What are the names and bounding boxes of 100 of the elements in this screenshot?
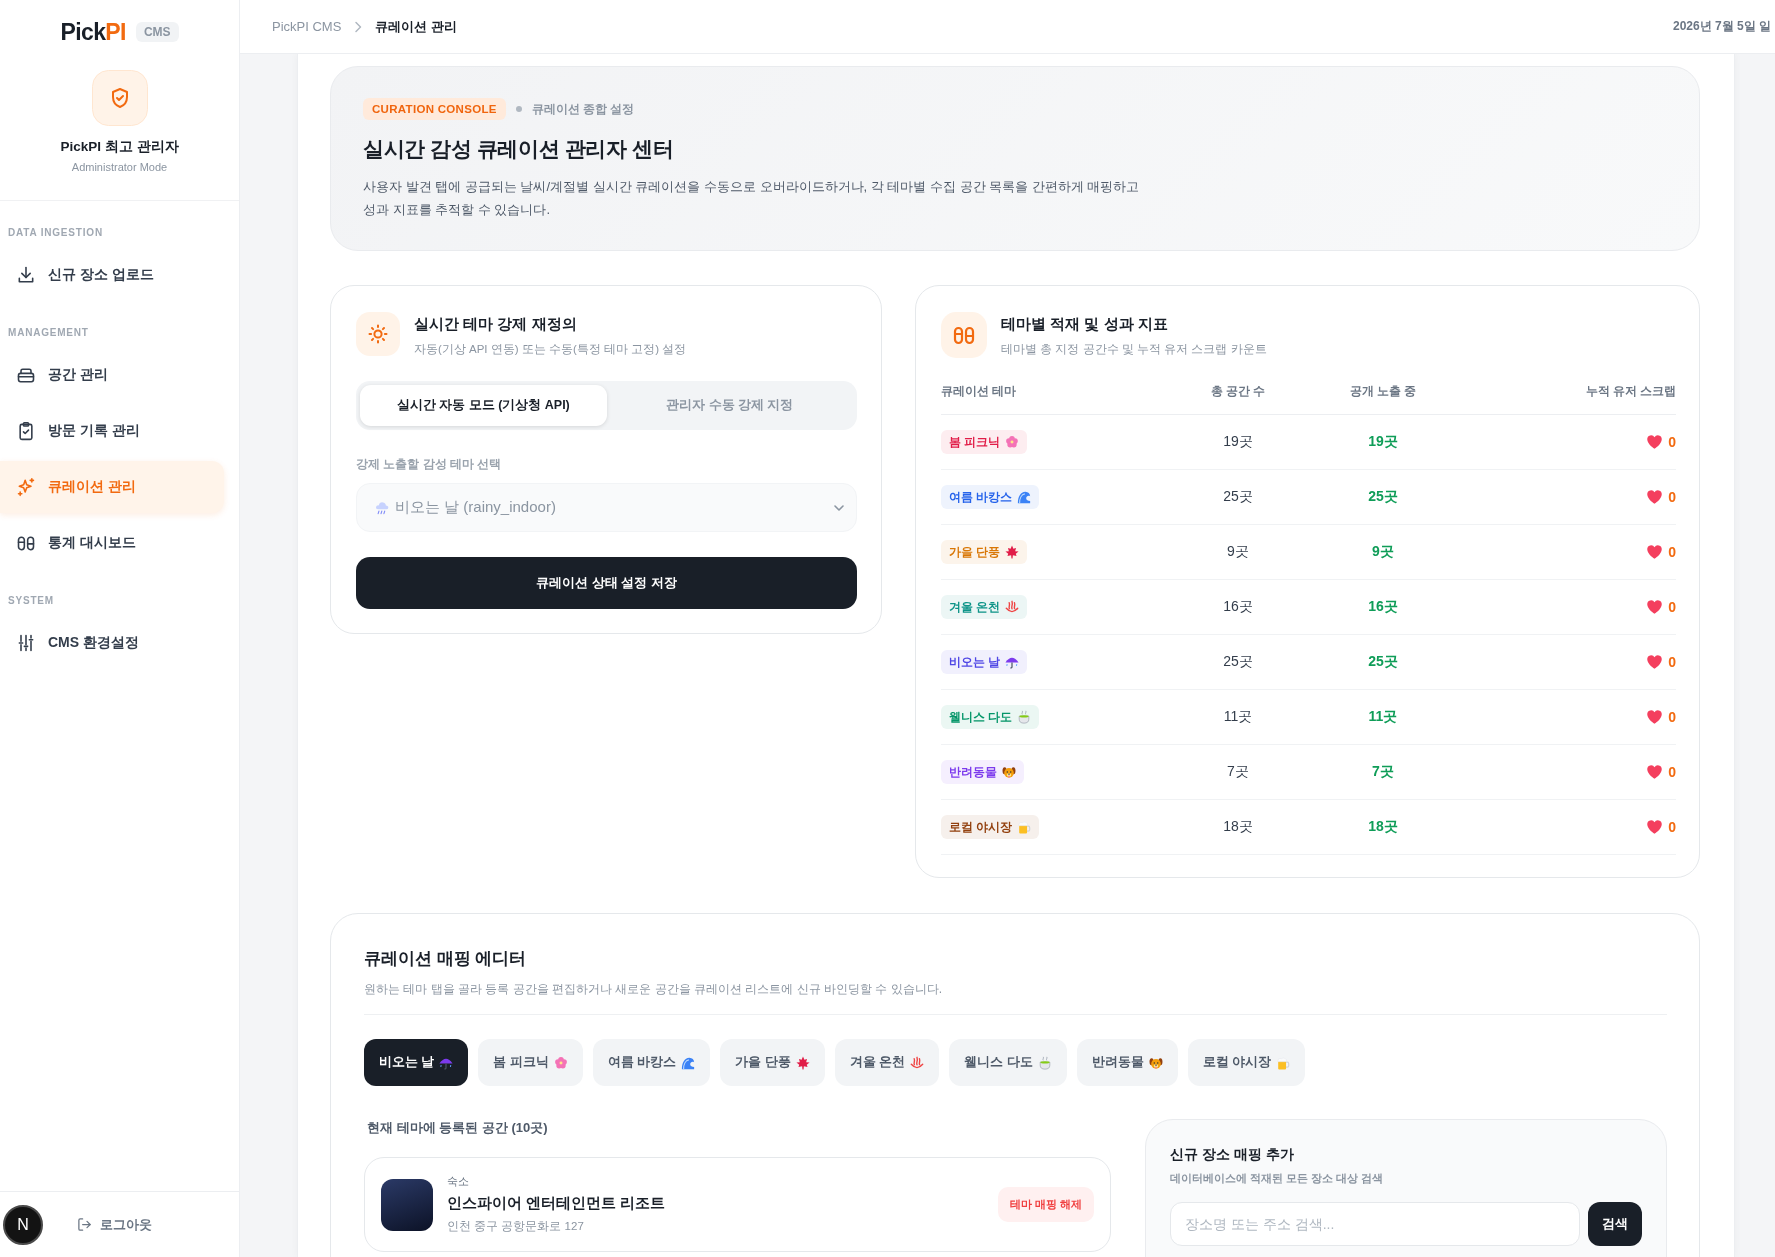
heart-icon xyxy=(1647,545,1663,559)
logout-button[interactable]: 로그아웃 xyxy=(77,1215,152,1234)
heart-icon xyxy=(1647,655,1663,669)
place-category: 숙소 xyxy=(447,1175,470,1189)
hot-spring-icon xyxy=(910,1055,925,1070)
table-cell-text: 11곳 xyxy=(1367,708,1399,726)
admin-role: Administrator Mode xyxy=(71,161,168,173)
table-cell-text: 18곳 xyxy=(1367,818,1399,836)
table-cell-text: 19곳 xyxy=(1367,433,1399,451)
theme-tab[interactable]: 여름 바캉스 xyxy=(592,1039,711,1086)
section-label: DATA INGESTION xyxy=(7,227,103,239)
photo-placeholder xyxy=(381,1178,433,1231)
section-title: 큐레이션 매핑 에디터 xyxy=(364,948,528,970)
theme-tag: 비오는 날 xyxy=(941,650,1028,674)
table-cell-text: 25곳 xyxy=(1222,653,1254,671)
dog-face-icon xyxy=(1148,1055,1163,1070)
table-cell-text: 9곳 xyxy=(1226,543,1250,561)
theme-tab[interactable]: 반려동물 xyxy=(1076,1039,1178,1086)
beer-mug-icon xyxy=(1017,820,1032,834)
sun-icon xyxy=(356,312,400,356)
teacup-icon xyxy=(1017,710,1032,724)
capsules-icon xyxy=(16,533,36,553)
table-cell-text: 25곳 xyxy=(1367,488,1399,506)
panel-title: 신규 장소 매핑 추가 xyxy=(1170,1146,1295,1164)
column-header: 총 공간 수 xyxy=(1209,384,1267,399)
table-cell-text: 18곳 xyxy=(1222,818,1254,836)
nav-item[interactable]: 신규 장소 업로드 xyxy=(0,249,224,301)
heart-icon xyxy=(1647,765,1663,779)
table-cell-text: 25곳 xyxy=(1222,488,1254,506)
heart-icon xyxy=(1647,600,1663,614)
console-badge: CURATION CONSOLE xyxy=(363,98,506,120)
admin-name: PickPI 최고 관리자 xyxy=(60,138,179,156)
save-button[interactable]: 큐레이션 상태 설정 저장 xyxy=(356,557,857,609)
table-cell-text: 11곳 xyxy=(1222,708,1254,726)
blossom-icon xyxy=(553,1055,568,1070)
table-cell-text: 19곳 xyxy=(1222,433,1254,451)
nav-item[interactable]: 공간 관리 xyxy=(0,349,224,401)
theme-tag: 봄 피크닉 xyxy=(941,430,1028,454)
dog-face-icon xyxy=(1002,765,1016,779)
table-cell-text: 9곳 xyxy=(1371,543,1395,561)
date-text: 2026년 7월 5일 일 xyxy=(1672,18,1771,35)
heart-icon xyxy=(1647,435,1663,449)
avatar[interactable]: N xyxy=(3,1204,43,1245)
theme-tag: 웰니스 다도 xyxy=(941,705,1040,729)
box-icon xyxy=(16,365,36,385)
table-cell-text: 16곳 xyxy=(1222,598,1254,616)
column-header: 누적 유저 스크랩 xyxy=(1584,384,1676,399)
scrap-count: 0 xyxy=(1668,819,1676,835)
card-subtitle: 테마별 총 지정 공간수 및 누적 유저 스크랩 카운트 xyxy=(1001,342,1267,357)
scrap-count: 0 xyxy=(1668,544,1676,560)
unmap-button[interactable]: 테마 매핑 해제 xyxy=(997,1187,1094,1222)
dot-icon xyxy=(515,106,522,112)
nav-item[interactable]: 방문 기록 관리 xyxy=(0,405,224,457)
theme-tab[interactable]: 겨울 온천 xyxy=(834,1039,940,1086)
theme-tab[interactable]: 봄 피크닉 xyxy=(478,1039,583,1086)
theme-tag: 가을 단풍 xyxy=(941,540,1028,564)
card-title: 테마별 적재 및 성과 지표 xyxy=(1001,315,1169,334)
column-header: 큐레이션 테마 xyxy=(941,384,1018,399)
theme-tag: 반려동물 xyxy=(941,760,1024,784)
section-label: MANAGEMENT xyxy=(7,327,89,339)
section-description: 원하는 테마 탭을 골라 등록 공간을 편집하거나 새로운 공간을 큐레이션 리스트에 신규 바인딩할 수 있습니다. xyxy=(364,981,1667,1015)
beer-mug-icon xyxy=(1276,1055,1291,1070)
theme-tag: 여름 바캉스 xyxy=(941,485,1040,509)
table-cell-text: 25곳 xyxy=(1367,653,1399,671)
wave-icon xyxy=(681,1055,696,1070)
logout-icon xyxy=(77,1217,92,1232)
sliders-icon xyxy=(16,633,36,653)
scrap-count: 0 xyxy=(1668,764,1676,780)
theme-tab[interactable]: 로컬 야시장 xyxy=(1187,1039,1306,1086)
place-name: 인스파이어 엔터테인먼트 리조트 xyxy=(447,1194,667,1213)
scrap-count: 0 xyxy=(1668,709,1676,725)
heart-icon xyxy=(1647,820,1663,834)
theme-tab[interactable]: 비오는 날 xyxy=(364,1039,469,1086)
nav-item[interactable]: CMS 환경설정 xyxy=(0,617,224,669)
mode-tab[interactable]: 실시간 자동 모드 (기상청 API) xyxy=(360,385,607,426)
field-label: 강제 노출할 감성 테마 선택 xyxy=(356,456,503,473)
shield-check-icon xyxy=(91,70,148,126)
theme-tab[interactable]: 가을 단풍 xyxy=(720,1039,825,1086)
column-header: 공개 노출 중 xyxy=(1348,384,1418,399)
heart-icon xyxy=(1647,710,1663,724)
table-cell-text: 16곳 xyxy=(1367,598,1399,616)
scrap-count: 0 xyxy=(1668,434,1676,450)
leaf-icon xyxy=(795,1055,810,1070)
theme-tag: 로컬 야시장 xyxy=(941,815,1040,839)
scrap-count: 0 xyxy=(1668,654,1676,670)
search-field[interactable]: 장소명 또는 주소 검색... xyxy=(1170,1202,1580,1246)
table-cell-text: 7곳 xyxy=(1226,763,1250,781)
page-description: 사용자 발견 탭에 공급되는 날씨/계절별 실시간 큐레이션을 수동으로 오버라이드하거나, 각 테마별 수집 공간 목록을 간편하게 매핑하고 성과 지표를 추적할 수 있습니다. xyxy=(363,178,1141,219)
umbrella-icon xyxy=(1005,655,1020,669)
list-heading: 현재 테마에 등록된 공간 (10곳) xyxy=(366,1119,549,1137)
scrap-count: 0 xyxy=(1668,599,1676,615)
table-cell-text: 7곳 xyxy=(1371,763,1395,781)
leaf-icon xyxy=(1005,545,1020,559)
scrap-count: 0 xyxy=(1668,489,1676,505)
place-address: 인천 중구 공항문화로 127 xyxy=(447,1219,585,1234)
card-title: 실시간 테마 강제 재정의 xyxy=(414,315,578,334)
search-button[interactable]: 검색 xyxy=(1588,1202,1642,1246)
theme-tab[interactable]: 웰니스 다도 xyxy=(949,1039,1067,1086)
card-subtitle: 자동(기상 API 연동) 또는 수동(특정 테마 고정) 설정 xyxy=(414,342,687,357)
nav-item[interactable]: 통계 대시보드 xyxy=(0,517,224,569)
